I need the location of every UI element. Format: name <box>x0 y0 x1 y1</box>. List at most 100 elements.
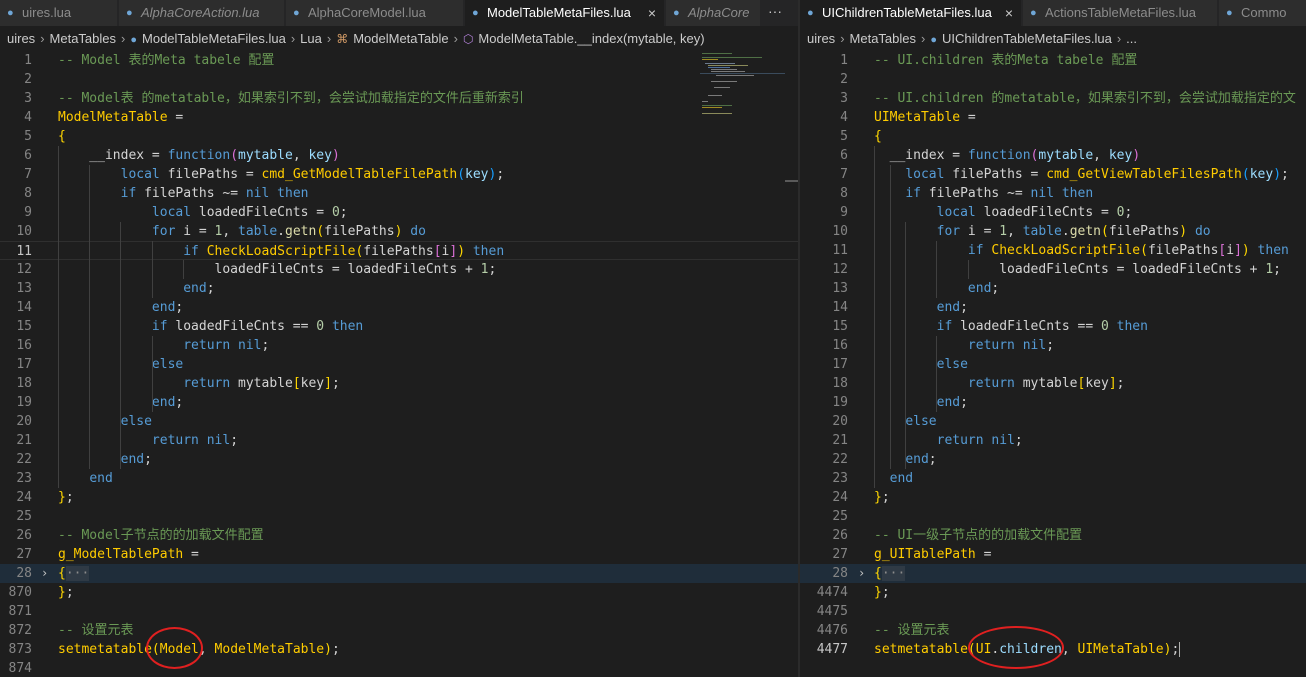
code-editor[interactable]: 1 -- Model 表的Meta tabele 配置 2 3 -- Model表 的m… <box>0 51 798 677</box>
code-token: setmetatable <box>874 642 968 657</box>
code-token: return <box>967 376 1015 391</box>
tab-modeltablemetafiles[interactable]: ● ModelTableMetaFiles.lua × <box>465 0 665 26</box>
folded-ellipsis[interactable]: ··· <box>881 566 906 581</box>
minimap[interactable] <box>700 51 785 121</box>
code-line[interactable]: 25 <box>0 507 798 526</box>
close-icon[interactable]: × <box>1005 0 1013 26</box>
code-line[interactable]: 13 end; <box>800 279 1306 298</box>
breadcrumb-item[interactable]: ModelTableMetaFiles.lua <box>142 31 286 46</box>
code-line[interactable]: 18 return mytable[key]; <box>800 374 1306 393</box>
breadcrumb-item[interactable]: Lua <box>300 31 322 46</box>
code-line[interactable]: 873 setmetatable(Model, ModelMetaTable); <box>0 640 798 659</box>
lua-file-icon: ● <box>126 7 133 19</box>
breadcrumb-item[interactable]: MetaTables <box>850 31 916 46</box>
code-token: loadedFileCnts = <box>191 205 332 220</box>
code-line[interactable]: 2 <box>0 70 798 89</box>
tab-uires[interactable]: ● uires.lua <box>0 0 118 26</box>
tab-alphacoremodel[interactable]: ● AlphaCoreModel.lua <box>286 0 464 26</box>
code-line[interactable]: 6 __index = function(mytable, key) <box>0 146 798 165</box>
code-editor[interactable]: 1 -- UI.children 表的Meta tabele 配置 2 3 -- UI.… <box>800 51 1306 677</box>
tab-commo[interactable]: ● Commo <box>1219 0 1306 26</box>
code-line[interactable]: 28 › {··· <box>800 564 1306 583</box>
code-line[interactable]: 9 local loadedFileCnts = 0; <box>0 203 798 222</box>
tab-alphacore[interactable]: ● AlphaCore <box>666 0 762 26</box>
code-line[interactable]: 17 else <box>800 355 1306 374</box>
code-token: { <box>874 566 882 581</box>
code-token: nil <box>1022 338 1047 353</box>
code-line[interactable]: 1 -- UI.children 表的Meta tabele 配置 <box>800 51 1306 70</box>
code-line[interactable]: 6 __index = function(mytable, key) <box>800 146 1306 165</box>
lua-file-icon: ● <box>7 7 14 19</box>
code-line[interactable]: 870}; <box>0 583 798 602</box>
code-line[interactable]: 15 if loadedFileCnts == 0 then <box>800 317 1306 336</box>
code-token: { <box>58 129 66 144</box>
code-line[interactable]: 16 return nil; <box>800 336 1306 355</box>
code-line[interactable]: 872 -- 设置元表 <box>0 621 798 640</box>
folded-ellipsis[interactable]: ··· <box>65 566 90 581</box>
breadcrumb-item[interactable]: ModelMetaTable <box>353 31 448 46</box>
code-line[interactable]: 25 <box>800 507 1306 526</box>
code-line[interactable]: 24}; <box>0 488 798 507</box>
breadcrumb-item[interactable]: uires <box>807 31 835 46</box>
code-line[interactable]: 23 end <box>0 469 798 488</box>
code-content: local filePaths = cmd_GetModelTableFileP… <box>58 165 505 184</box>
breadcrumb-item[interactable]: MetaTables <box>50 31 116 46</box>
tab-uichildrentablemetafiles[interactable]: ● UIChildrenTableMetaFiles.lua × <box>800 0 1022 26</box>
code-line[interactable]: 4476 -- 设置元表 <box>800 621 1306 640</box>
code-line[interactable]: 22 end; <box>800 450 1306 469</box>
code-line[interactable]: 8 if filePaths ~= nil then <box>0 184 798 203</box>
code-token: = <box>183 547 199 562</box>
code-line[interactable]: 28 › {··· <box>0 564 798 583</box>
code-line[interactable]: 9 local loadedFileCnts = 0; <box>800 203 1306 222</box>
code-line[interactable]: 23 end <box>800 469 1306 488</box>
code-line[interactable]: 3 -- UI.children 的metatable，如果索引不到，会尝试加载指… <box>800 89 1306 108</box>
line-number: 9 <box>24 205 32 220</box>
code-line[interactable]: 4475 <box>800 602 1306 621</box>
tab-alphacoreaction[interactable]: ● AlphaCoreAction.lua <box>119 0 285 26</box>
code-line[interactable]: 4474}; <box>800 583 1306 602</box>
code-line[interactable]: 8 if filePaths ~= nil then <box>800 184 1306 203</box>
code-line[interactable]: 26 -- Model子节点的的加载文件配置 <box>0 526 798 545</box>
code-line[interactable]: 7 local filePaths = cmd_GetViewTableFile… <box>800 165 1306 184</box>
fold-chevron-icon[interactable]: › <box>858 564 865 583</box>
scrollbar-thumb[interactable] <box>785 180 798 182</box>
code-line[interactable]: 11 if CheckLoadScriptFile(filePaths[i]) … <box>800 241 1306 260</box>
code-line[interactable]: 27 g_UITablePath = <box>800 545 1306 564</box>
code-line[interactable]: 19 end; <box>800 393 1306 412</box>
code-line[interactable]: 14 end; <box>800 298 1306 317</box>
more-actions-icon[interactable]: ··· <box>760 0 790 26</box>
code-line[interactable]: 874 <box>0 659 798 677</box>
tab-actionstablemetafiles[interactable]: ● ActionsTableMetaFiles.lua <box>1023 0 1218 26</box>
code-line[interactable]: 7 local filePaths = cmd_GetModelTableFil… <box>0 165 798 184</box>
code-line[interactable]: 4477 setmetatable(UI.children, UIMetaTabl… <box>800 640 1306 659</box>
breadcrumb-item[interactable]: uires <box>7 31 35 46</box>
code-line[interactable]: 4 UIMetaTable = <box>800 108 1306 127</box>
code-line[interactable]: 5{ <box>800 127 1306 146</box>
code-line[interactable]: 12 loadedFileCnts = loadedFileCnts + 1; <box>800 260 1306 279</box>
indent-guide <box>151 336 153 374</box>
code-line[interactable]: 2 <box>800 70 1306 89</box>
code-line[interactable]: 27 g_ModelTablePath = <box>0 545 798 564</box>
breadcrumb-item[interactable]: ... <box>1126 31 1137 46</box>
line-number: 23 <box>16 471 32 486</box>
fold-chevron-icon[interactable]: › <box>41 564 48 583</box>
code-line[interactable]: 24}; <box>800 488 1306 507</box>
code-line[interactable]: 3 -- Model表 的metatable，如果索引不到，会尝试加载指定的文件后… <box>0 89 798 108</box>
code-line[interactable]: 20 else <box>800 412 1306 431</box>
code-line[interactable]: 21 return nil; <box>800 431 1306 450</box>
code-line[interactable]: 4 ModelMetaTable = <box>0 108 798 127</box>
code-token: else <box>936 357 968 372</box>
code-content: {··· <box>58 564 90 583</box>
breadcrumb-item[interactable]: ModelMetaTable.__index(mytable, key) <box>478 31 704 46</box>
breadcrumb-item[interactable]: UIChildrenTableMetaFiles.lua <box>942 31 1112 46</box>
code-line[interactable]: 10 for i = 1, table.getn(filePaths) do <box>800 222 1306 241</box>
code-line[interactable]: 1 -- Model 表的Meta tabele 配置 <box>0 51 798 70</box>
code-line[interactable]: 5{ <box>0 127 798 146</box>
close-icon[interactable]: × <box>648 0 656 26</box>
line-number: 8 <box>840 186 848 201</box>
code-line[interactable]: 26 -- UI一级子节点的的加载文件配置 <box>800 526 1306 545</box>
code-line[interactable]: 871 <box>0 602 798 621</box>
code-token: ; <box>1281 167 1289 182</box>
line-number: 22 <box>16 452 32 467</box>
